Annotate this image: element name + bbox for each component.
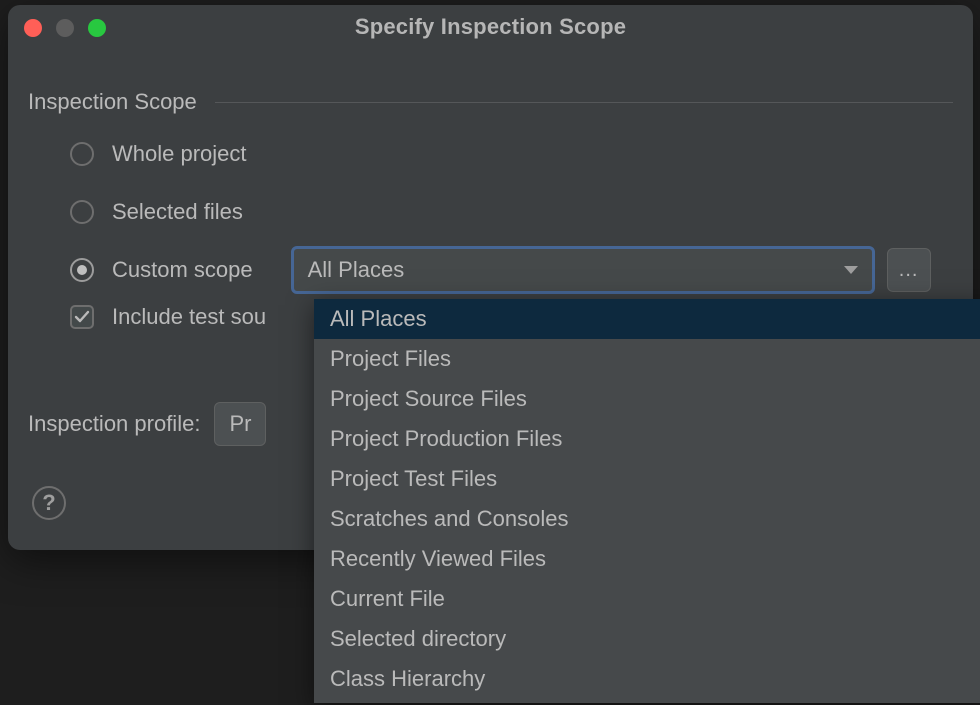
dropdown-item[interactable]: Project Production Files [314, 419, 980, 459]
custom-scope-dropdown: All PlacesProject FilesProject Source Fi… [314, 299, 980, 703]
radio-button-icon [70, 258, 94, 282]
profile-select[interactable]: Pr [214, 402, 266, 446]
minimize-window-button[interactable] [56, 19, 74, 37]
dropdown-item[interactable]: All Places [314, 299, 980, 339]
radio-whole-project[interactable]: Whole project [70, 140, 953, 168]
close-window-button[interactable] [24, 19, 42, 37]
checkbox-label: Include test sou [112, 304, 266, 330]
dropdown-item[interactable]: Scratches and Consoles [314, 499, 980, 539]
inspection-scope-dialog: Specify Inspection Scope Inspection Scop… [8, 5, 973, 550]
section-label: Inspection Scope [28, 89, 197, 115]
custom-scope-select[interactable]: All Places [291, 246, 875, 294]
radio-label: Custom scope [112, 257, 253, 283]
dropdown-item[interactable]: Current File [314, 579, 980, 619]
select-value: All Places [308, 257, 844, 283]
section-header: Inspection Scope [28, 89, 953, 115]
radio-custom-scope[interactable]: Custom scope All Places ... [70, 256, 953, 284]
dropdown-item[interactable]: Recently Viewed Files [314, 539, 980, 579]
radio-button-icon [70, 142, 94, 166]
dropdown-item[interactable]: Class Hierarchy [314, 659, 980, 699]
chevron-down-icon [844, 266, 858, 274]
checkbox-icon [70, 305, 94, 329]
window-controls [24, 19, 106, 37]
dropdown-item[interactable]: Project Source Files [314, 379, 980, 419]
custom-scope-controls: All Places ... [291, 246, 931, 294]
dropdown-item[interactable]: Selected directory [314, 619, 980, 659]
radio-label: Selected files [112, 199, 243, 225]
radio-button-icon [70, 200, 94, 224]
profile-label: Inspection profile: [28, 411, 200, 437]
section-rule [215, 102, 953, 103]
radio-label: Whole project [112, 141, 247, 167]
help-button[interactable]: ? [32, 486, 66, 520]
dropdown-item[interactable]: Project Test Files [314, 459, 980, 499]
maximize-window-button[interactable] [88, 19, 106, 37]
profile-value: Pr [229, 411, 251, 437]
titlebar: Specify Inspection Scope [8, 5, 973, 49]
dialog-title: Specify Inspection Scope [355, 14, 626, 40]
dropdown-item[interactable]: Project Files [314, 339, 980, 379]
custom-scope-more-button[interactable]: ... [887, 248, 931, 292]
radio-selected-files[interactable]: Selected files [70, 198, 953, 226]
